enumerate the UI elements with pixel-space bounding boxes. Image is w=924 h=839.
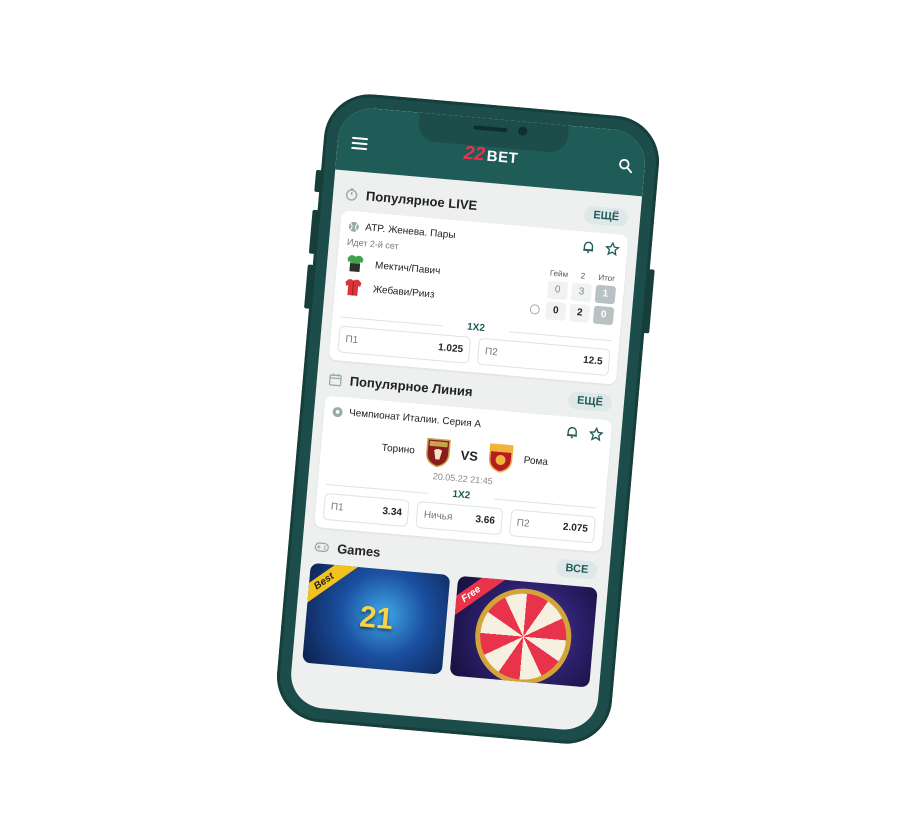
live-league-name: ATP. Женева. Пары (364, 221, 456, 241)
scoreboard: Гейм 2 Итог 0 3 1 0 2 0 (529, 267, 617, 328)
main-content: Популярное LIVE ЕЩЁ ATP. Женева. Пары Ид… (292, 169, 642, 688)
power-button (643, 269, 655, 334)
odd-value: 1.025 (437, 342, 464, 356)
odd-name: П1 (330, 501, 344, 514)
tennis-ball-icon (348, 221, 359, 232)
odd-button-p1[interactable]: П1 3.34 (322, 492, 411, 528)
live-more-button[interactable]: ЕЩЁ (583, 205, 629, 228)
live-event-card[interactable]: ATP. Женева. Пары Идет 2-й сет Мектич/Па… (328, 210, 629, 385)
line-more-button[interactable]: ЕЩЁ (567, 390, 613, 413)
serve-indicator-icon (529, 303, 541, 315)
bell-icon[interactable] (581, 239, 596, 254)
mute-switch (314, 169, 323, 193)
soccer-ball-icon (332, 406, 343, 417)
team2-name: Жебави/Рииз (372, 283, 435, 301)
home-team-name: Торино (381, 442, 416, 456)
team2-game-score: 0 (544, 301, 567, 322)
team1-total-score: 1 (594, 284, 617, 305)
team1-name: Мектич/Павич (374, 259, 441, 277)
score-header-total: Итог (598, 272, 616, 284)
game-card-21[interactable]: Best 21 (302, 562, 451, 675)
game-ribbon: Best (302, 562, 359, 609)
odd-name: П2 (484, 346, 499, 359)
gamepad-icon (314, 541, 329, 552)
bell-icon[interactable] (565, 425, 580, 440)
team2-set-score: 2 (568, 303, 591, 324)
away-team-name: Рома (523, 454, 549, 468)
games-list: Best 21 Free (302, 562, 598, 688)
live-section-title: Популярное LIVE (365, 187, 478, 213)
team1-game-score: 0 (546, 280, 569, 301)
stage: 22 BET Популярное LIVE ЕЩЁ ATP. Женева. … (0, 0, 924, 839)
speaker (473, 125, 508, 133)
line-section-title: Популярное Линия (349, 373, 474, 399)
hamburger-menu-icon[interactable] (351, 136, 369, 151)
vs-label: VS (459, 447, 479, 464)
volume-down-button (304, 264, 314, 309)
games-section-title: Games (336, 540, 382, 560)
roma-crest-icon (489, 443, 514, 473)
team1-set-score: 3 (570, 282, 593, 303)
star-icon[interactable] (604, 241, 620, 257)
odd-value: 12.5 (582, 354, 603, 368)
game-art: 21 (358, 600, 395, 637)
games-all-button[interactable]: ВСЕ (555, 558, 599, 580)
jersey-red-icon (345, 279, 362, 296)
torino-crest-icon (425, 437, 451, 468)
volume-up-button (308, 209, 319, 255)
odd-button-draw[interactable]: Ничья 3.66 (415, 500, 503, 536)
score-header-set: 2 (580, 271, 586, 281)
front-camera (517, 126, 528, 137)
odd-name: П1 (344, 334, 359, 347)
odd-button-p2[interactable]: П2 2.075 (508, 509, 596, 544)
score-header-game: Гейм (549, 268, 569, 280)
line-event-card[interactable]: Чемпионат Италии. Серия А Торино VS Рома… (314, 395, 613, 553)
logo-word: BET (486, 147, 519, 167)
odd-value: 3.66 (474, 514, 496, 527)
odd-name: П2 (516, 517, 530, 530)
fortune-wheel-icon (471, 584, 576, 688)
odd-name: Ничья (423, 509, 453, 523)
search-icon[interactable] (618, 158, 633, 174)
odd-value: 2.075 (562, 521, 589, 535)
odd-value: 3.34 (382, 505, 403, 519)
stopwatch-icon (345, 187, 358, 201)
calendar-icon (328, 373, 342, 386)
jersey-green-icon (347, 255, 364, 272)
star-icon[interactable] (588, 426, 604, 442)
line-league-name: Чемпионат Италии. Серия А (348, 407, 482, 430)
phone-frame: 22 BET Популярное LIVE ЕЩЁ ATP. Женева. … (273, 90, 663, 748)
team2-total-score: 0 (592, 305, 615, 326)
phone-screen: 22 BET Популярное LIVE ЕЩЁ ATP. Женева. … (288, 105, 648, 733)
game-card-wheel[interactable]: Free (449, 575, 598, 688)
